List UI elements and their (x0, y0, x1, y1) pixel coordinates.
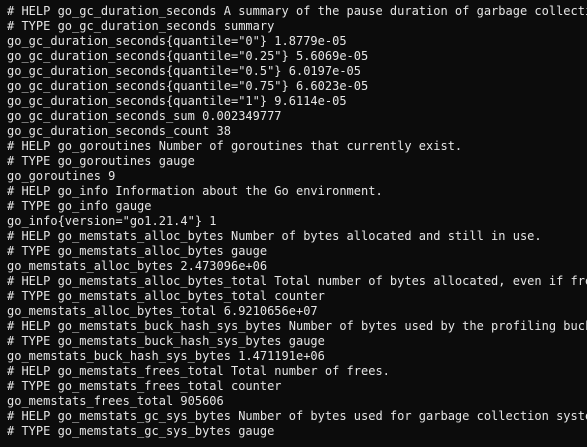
help-line: # HELP go_memstats_buck_hash_sys_bytes N… (7, 319, 587, 333)
help-line: # HELP go_goroutines Number of goroutine… (7, 139, 463, 153)
help-line: # HELP go_memstats_frees_total Total num… (7, 364, 390, 378)
metric-line: go_info{version="go1.21.4"} 1 (7, 214, 217, 228)
type-line: # TYPE go_memstats_alloc_bytes_total cou… (7, 289, 325, 303)
metric-line: go_memstats_alloc_bytes_total 6.9210656e… (7, 304, 318, 318)
metric-line: go_memstats_buck_hash_sys_bytes 1.471191… (7, 349, 325, 363)
help-line: # HELP go_info Information about the Go … (7, 184, 383, 198)
type-line: # TYPE go_memstats_frees_total counter (7, 379, 282, 393)
type-line: # TYPE go_memstats_alloc_bytes gauge (7, 244, 268, 258)
metric-line: go_memstats_alloc_bytes 2.473096e+06 (7, 259, 268, 273)
metric-line: go_gc_duration_seconds{quantile="0"} 1.8… (7, 34, 347, 48)
type-line: # TYPE go_goroutines gauge (7, 154, 195, 168)
terminal-output: # HELP go_gc_duration_seconds A summary … (0, 0, 587, 447)
metric-line: go_gc_duration_seconds{quantile="0.25"} … (7, 49, 369, 63)
metric-line: go_gc_duration_seconds_count 38 (7, 124, 231, 138)
type-line: # TYPE go_memstats_gc_sys_bytes gauge (7, 424, 275, 438)
metric-line: go_memstats_frees_total 905606 (7, 394, 224, 408)
metric-line: go_gc_duration_seconds_sum 0.002349777 (7, 109, 282, 123)
type-line: # TYPE go_memstats_buck_hash_sys_bytes g… (7, 334, 325, 348)
help-line: # HELP go_memstats_alloc_bytes_total Tot… (7, 274, 587, 288)
metric-line: go_gc_duration_seconds{quantile="0.5"} 6… (7, 64, 362, 78)
help-line: # HELP go_memstats_alloc_bytes Number of… (7, 229, 542, 243)
metric-line: go_gc_duration_seconds{quantile="1"} 9.6… (7, 94, 347, 108)
help-line: # HELP go_gc_duration_seconds A summary … (7, 4, 587, 18)
help-line: # HELP go_memstats_gc_sys_bytes Number o… (7, 409, 587, 423)
metric-line: go_gc_duration_seconds{quantile="0.75"} … (7, 79, 369, 93)
type-line: # TYPE go_info gauge (7, 199, 152, 213)
type-line: # TYPE go_gc_duration_seconds summary (7, 19, 275, 33)
metric-line: go_goroutines 9 (7, 169, 116, 183)
